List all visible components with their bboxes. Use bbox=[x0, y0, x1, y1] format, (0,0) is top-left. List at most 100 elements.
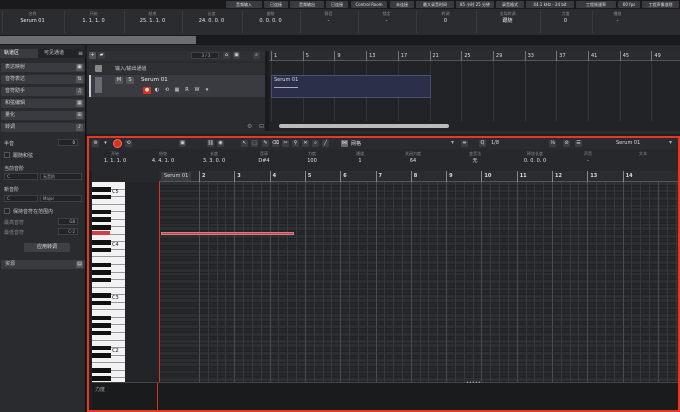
info-cell[interactable]: 开始 1. 1. 1. 0 bbox=[64, 11, 122, 33]
instrument-dropdown-icon[interactable]: ▾ bbox=[669, 139, 672, 146]
inspector-row-transpose[interactable]: 转调 ♪ bbox=[1, 123, 85, 132]
write-automation-button[interactable]: W bbox=[193, 87, 201, 94]
editor-info-cell[interactable]: 文本 bbox=[613, 151, 673, 157]
editor-info-cell[interactable]: 长度 3. 3. 0. 0 bbox=[189, 151, 239, 165]
editor-info-cell[interactable]: 结束 4. 4. 1. 0 bbox=[139, 151, 187, 165]
inspector-row-note-expression[interactable]: 音符表达 ⇅ bbox=[1, 75, 85, 84]
editor-ruler[interactable]: Serum 01 2 3 4 5 6 7 8 9 10 11 12 13 14 bbox=[159, 171, 678, 182]
info-cell-value[interactable]: 0. 0. 0. 0 bbox=[243, 17, 298, 25]
black-key[interactable] bbox=[92, 376, 111, 381]
info-cell[interactable]: 静音 - bbox=[300, 11, 356, 33]
black-key[interactable] bbox=[92, 225, 111, 230]
editor-info-value[interactable]: 64 bbox=[383, 157, 443, 165]
folder-track[interactable]: 输入/输出通道 bbox=[89, 63, 265, 74]
object-select-icon[interactable]: ⬚ bbox=[251, 140, 258, 147]
editor-info-value[interactable]: 100 bbox=[289, 157, 335, 165]
editor-info-value[interactable]: 0. 0. 0. 0 bbox=[507, 157, 563, 165]
inspector-row-quantize[interactable]: 量化 ⊞ bbox=[1, 111, 85, 120]
retrospective-icon[interactable]: ⟲ bbox=[125, 140, 132, 147]
info-cell-value[interactable]: Serum 01 bbox=[3, 17, 62, 25]
tab-visibility[interactable]: 可见通道 bbox=[40, 49, 80, 58]
target-root-select[interactable]: C bbox=[4, 195, 38, 202]
info-cell-value[interactable]: 0 bbox=[417, 17, 474, 25]
black-key[interactable] bbox=[92, 323, 111, 328]
editor-info-cell[interactable]: 音高 D#4 bbox=[241, 151, 287, 165]
info-cell[interactable]: 力度 0 bbox=[540, 11, 590, 33]
info-cell[interactable]: 名称 Serum 01 bbox=[2, 11, 62, 33]
black-key[interactable] bbox=[92, 368, 111, 374]
info-cell[interactable]: 转调 0 bbox=[416, 11, 474, 33]
semitone-field[interactable]: 0 bbox=[58, 139, 78, 146]
automation-icon[interactable]: ▾ bbox=[203, 87, 211, 94]
info-cell[interactable]: 长度 24. 0. 0. 0 bbox=[182, 11, 240, 33]
quantize-icon[interactable]: Q bbox=[479, 140, 486, 147]
editor-info-value[interactable]: 3. 3. 0. 0 bbox=[189, 157, 239, 165]
pencil-tool-icon[interactable]: ✎ bbox=[262, 140, 269, 147]
mute-button[interactable]: M bbox=[115, 77, 123, 84]
monitor-button[interactable]: ◐ bbox=[153, 87, 161, 94]
editor-info-cell[interactable]: 开始 1. 1. 1. 0 bbox=[93, 151, 137, 165]
black-key[interactable] bbox=[92, 217, 111, 223]
snap-icon[interactable]: ⋈ bbox=[341, 140, 348, 147]
folder-icon[interactable]: ▰ bbox=[98, 52, 105, 59]
black-key[interactable] bbox=[92, 240, 111, 245]
black-key[interactable] bbox=[92, 262, 111, 268]
lane-resize-handle[interactable]: ••••• bbox=[466, 380, 481, 386]
note-grid[interactable] bbox=[159, 182, 678, 382]
instrument-select[interactable]: Serum 01 bbox=[616, 140, 640, 146]
inspector-row-chord-editing[interactable]: 和弦编辑 ▦ bbox=[1, 99, 85, 108]
arrange-area[interactable]: Serum 01 bbox=[269, 61, 680, 131]
black-key[interactable] bbox=[92, 270, 111, 275]
solo-button[interactable]: S bbox=[126, 77, 134, 84]
editor-info-value[interactable]: 无 bbox=[445, 157, 505, 165]
black-key[interactable] bbox=[92, 247, 111, 253]
info-cell-value[interactable]: - bbox=[301, 17, 356, 25]
info-cell[interactable]: 全局转调 跟随 bbox=[476, 11, 538, 33]
select-tool-icon[interactable]: ↖ bbox=[241, 140, 248, 147]
overview-thumb[interactable] bbox=[0, 36, 196, 44]
midi-clip[interactable]: Serum 01 bbox=[271, 75, 431, 98]
editor-info-cell[interactable]: 变音法无 bbox=[445, 151, 505, 165]
read-automation-button[interactable]: R bbox=[183, 87, 191, 94]
black-key[interactable] bbox=[92, 277, 111, 283]
black-key[interactable] bbox=[92, 330, 111, 336]
instrument-track[interactable]: M S Serum 01 ● ◐ ⟲ ▦ R W ▾ bbox=[89, 75, 265, 97]
editor-info-value[interactable]: D#4 bbox=[241, 157, 287, 165]
info-cell-value[interactable]: - bbox=[359, 17, 414, 25]
info-cell[interactable]: 结束 25. 1. 1. 0 bbox=[124, 11, 180, 33]
edit-instrument-icon[interactable]: ▦ bbox=[173, 87, 181, 94]
black-key[interactable] bbox=[92, 345, 111, 351]
editor-settings-icon[interactable]: ⊜ bbox=[92, 140, 99, 147]
piano-keyboard[interactable]: C5 C4 C3 C2 bbox=[92, 182, 125, 389]
info-cell[interactable]: 偏移 0. 0. 0. 0 bbox=[242, 11, 298, 33]
grid-type-select[interactable]: 网格 bbox=[351, 140, 361, 147]
lanes-icon[interactable]: ☰ bbox=[575, 140, 582, 147]
mute-tool-icon[interactable]: ✕ bbox=[302, 140, 309, 147]
search-icon[interactable]: ⌕ bbox=[253, 52, 260, 59]
lower-limit-field[interactable]: C-2 bbox=[58, 228, 78, 235]
inspector-row-resources[interactable]: 资源 ▤ bbox=[1, 260, 85, 269]
record-enable-button[interactable]: ● bbox=[143, 87, 151, 94]
black-key[interactable] bbox=[92, 353, 111, 358]
info-cell-value[interactable]: 25. 1. 1. 0 bbox=[125, 17, 180, 25]
info-cell[interactable]: 播放 - bbox=[592, 11, 642, 33]
menu-icon[interactable]: ≡ bbox=[78, 49, 83, 58]
info-cell[interactable]: 锁定 - bbox=[358, 11, 414, 33]
zoom-tool-icon[interactable]: ⌕ bbox=[312, 140, 319, 147]
horizontal-scrollbar[interactable] bbox=[279, 124, 449, 128]
grid-dropdown-icon[interactable]: ▾ bbox=[451, 139, 454, 146]
glue-tool-icon[interactable]: ⚲ bbox=[292, 140, 299, 147]
project-overview[interactable] bbox=[0, 35, 680, 45]
info-cell-value[interactable]: 0 bbox=[541, 17, 590, 25]
chord-assistant-icon[interactable]: ⊘ bbox=[563, 140, 570, 147]
root-select[interactable]: C bbox=[4, 173, 38, 180]
snap-toggle-icon[interactable]: ⅛ bbox=[549, 140, 556, 147]
tab-tracks[interactable]: 轨道区 bbox=[0, 49, 38, 58]
keep-range-checkbox[interactable] bbox=[4, 208, 10, 214]
black-key[interactable] bbox=[92, 194, 111, 200]
editor-info-cell[interactable]: 声音 - bbox=[565, 151, 611, 165]
editor-info-value[interactable]: 1 bbox=[337, 157, 383, 165]
home-icon[interactable]: ⌂ bbox=[223, 52, 230, 59]
black-key[interactable] bbox=[92, 187, 111, 192]
editor-info-value[interactable]: - bbox=[565, 157, 611, 165]
